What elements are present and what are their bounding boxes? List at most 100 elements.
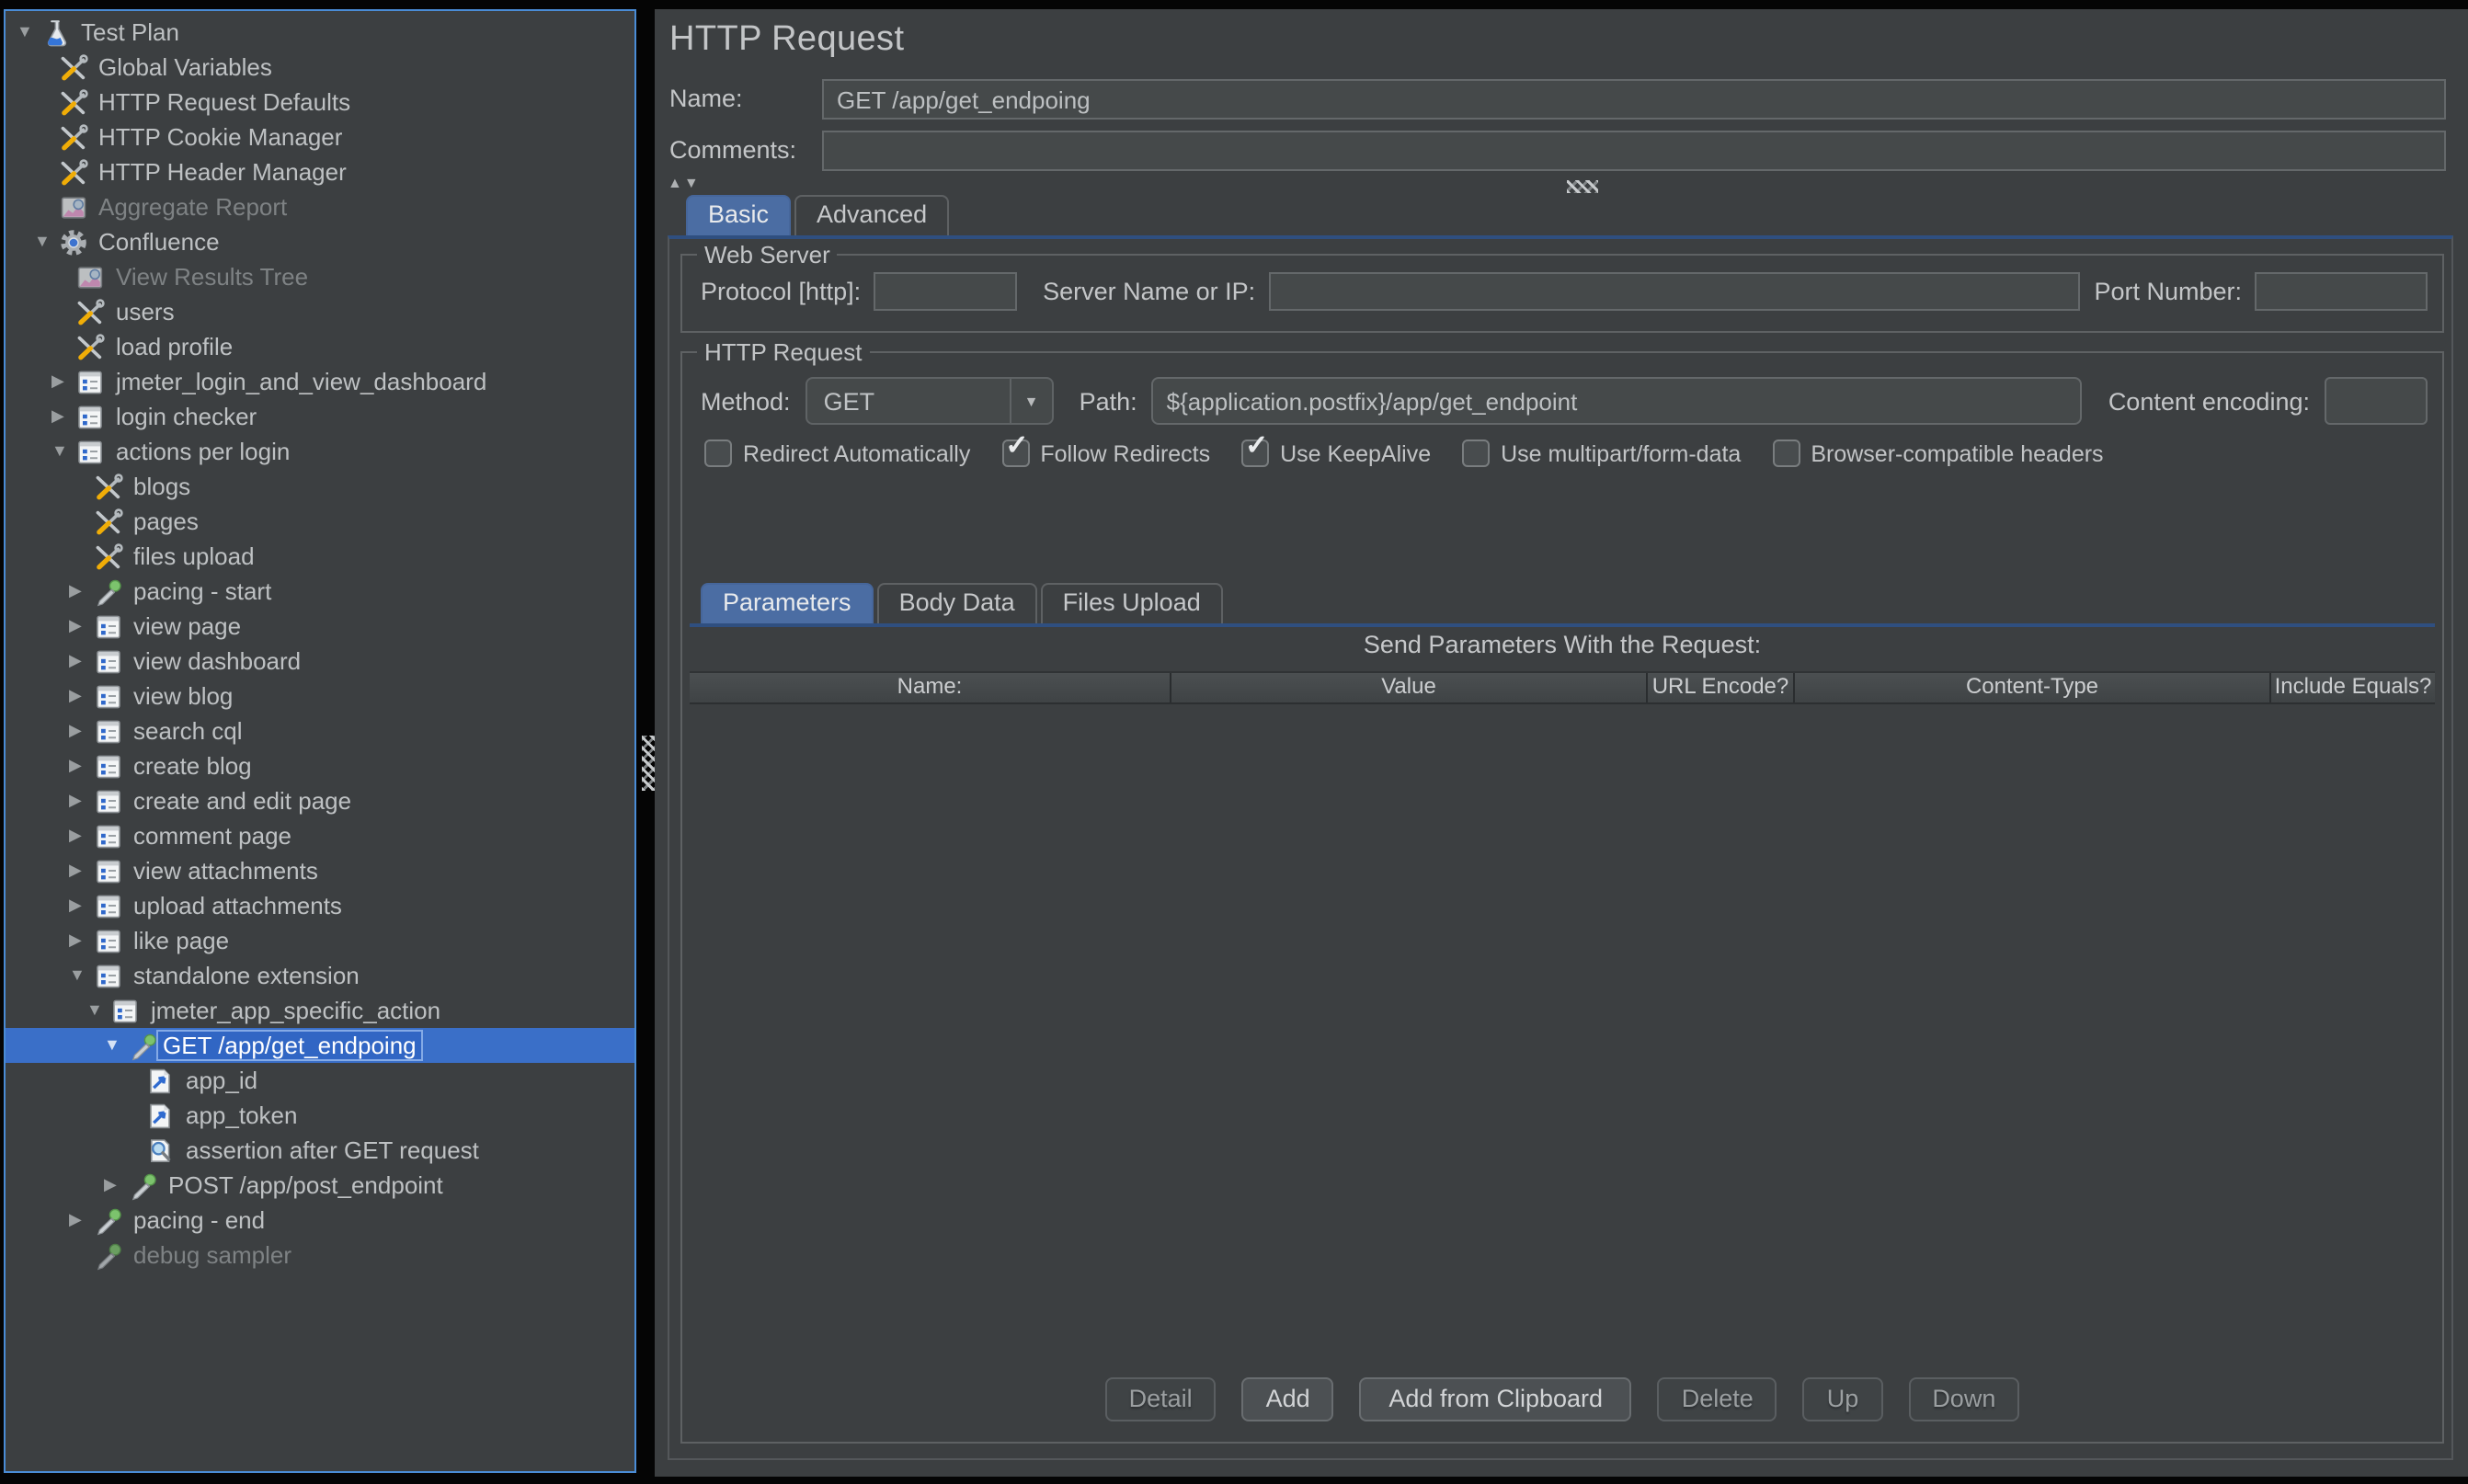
collapse-up-icon[interactable]: ▲: [668, 175, 684, 191]
tree-item[interactable]: ▶ upload attachments: [6, 888, 634, 923]
triangle-right-icon[interactable]: ▶: [69, 574, 93, 609]
tree-item[interactable]: debug sampler: [6, 1238, 634, 1273]
tab-parameters[interactable]: Parameters: [701, 583, 874, 623]
tree-item[interactable]: ▶ view attachments: [6, 853, 634, 888]
tree-item[interactable]: ▶ comment page: [6, 818, 634, 853]
tree-item[interactable]: app_token: [6, 1098, 634, 1133]
collapse-arrows[interactable]: ▲▼: [668, 175, 701, 191]
tree-item[interactable]: Aggregate Report: [6, 189, 634, 224]
tab-advanced[interactable]: Advanced: [794, 195, 950, 235]
tree-item[interactable]: app_id: [6, 1063, 634, 1098]
checkbox-icon[interactable]: [704, 439, 732, 467]
triangle-right-icon[interactable]: ▶: [69, 818, 93, 853]
triangle-right-icon[interactable]: ▶: [69, 783, 93, 818]
add-button[interactable]: Add: [1241, 1377, 1334, 1421]
tree-item[interactable]: ▶ view dashboard: [6, 644, 634, 679]
tab-basic[interactable]: Basic: [686, 195, 792, 235]
name-input[interactable]: [822, 79, 2446, 120]
payload-tabs: Parameters Body Data Files Upload: [701, 583, 1227, 623]
triangle-right-icon[interactable]: ▶: [69, 644, 93, 679]
tree-item[interactable]: ▶ view page: [6, 609, 634, 644]
tree-item[interactable]: ▼ Confluence: [6, 224, 634, 259]
redirect-automatically-checkbox[interactable]: Redirect Automatically: [704, 439, 970, 467]
jmeter-window: ▼ Test Plan Global Variables HTTP Request D…: [0, 0, 2468, 1484]
tree-item[interactable]: assertion after GET request: [6, 1133, 634, 1168]
triangle-right-icon[interactable]: ▶: [69, 713, 93, 748]
tree-item[interactable]: ▶ create and edit page: [6, 783, 634, 818]
checkbox-label: Redirect Automatically: [743, 440, 971, 466]
editor-splitter-grip[interactable]: [1567, 180, 1598, 193]
use-multipart-form-data-checkbox[interactable]: Use multipart/form-data: [1462, 439, 1741, 467]
port-number-input[interactable]: [2255, 272, 2428, 311]
tree-item[interactable]: ▶ like page: [6, 923, 634, 958]
panel-splitter-grip[interactable]: [642, 736, 655, 791]
tree-item[interactable]: users: [6, 294, 634, 329]
server-name-input[interactable]: [1268, 272, 2080, 311]
column-header-name[interactable]: Name:: [690, 673, 1170, 702]
tree-item[interactable]: ▶ jmeter_login_and_view_dashboard: [6, 364, 634, 399]
tree-item[interactable]: ▶ create blog: [6, 748, 634, 783]
tree-item[interactable]: ▶ POST /app/post_endpoint: [6, 1168, 634, 1203]
add-from-clipboard-button[interactable]: Add from Clipboard: [1359, 1377, 1632, 1421]
column-header-url-encode[interactable]: URL Encode?: [1646, 673, 1793, 702]
down-button[interactable]: Down: [1908, 1377, 2020, 1421]
triangle-down-icon[interactable]: ▼: [34, 224, 58, 259]
tree-item[interactable]: HTTP Cookie Manager: [6, 120, 634, 154]
tree-item[interactable]: HTTP Request Defaults: [6, 85, 634, 120]
tree-item[interactable]: ▼ actions per login: [6, 434, 634, 469]
tab-body-data[interactable]: Body Data: [876, 583, 1037, 623]
tree-item[interactable]: ▼ GET /app/get_endpoing: [6, 1028, 634, 1063]
triangle-down-icon[interactable]: ▼: [51, 434, 75, 469]
tree-item[interactable]: ▶ pacing - start: [6, 574, 634, 609]
comments-input[interactable]: [822, 131, 2446, 171]
checkbox-icon[interactable]: [1772, 439, 1800, 467]
triangle-down-icon[interactable]: ▼: [69, 958, 93, 993]
triangle-down-icon[interactable]: ▼: [17, 15, 40, 50]
tree-item[interactable]: ▶ view blog: [6, 679, 634, 713]
detail-button[interactable]: Detail: [1104, 1377, 1217, 1421]
collapse-down-icon[interactable]: ▼: [684, 175, 701, 191]
tree-item[interactable]: ▼ Test Plan: [6, 15, 634, 50]
triangle-right-icon[interactable]: ▶: [69, 679, 93, 713]
up-button[interactable]: Up: [1802, 1377, 1883, 1421]
triangle-right-icon[interactable]: ▶: [51, 399, 75, 434]
tree-item[interactable]: pages: [6, 504, 634, 539]
follow-redirects-checkbox[interactable]: ✓ Follow Redirects: [1001, 430, 1210, 467]
tree-item[interactable]: ▶ pacing - end: [6, 1203, 634, 1238]
browser-compatible-headers-checkbox[interactable]: Browser-compatible headers: [1772, 439, 2104, 467]
tree-item[interactable]: ▶ search cql: [6, 713, 634, 748]
triangle-right-icon[interactable]: ▶: [104, 1168, 128, 1203]
triangle-right-icon[interactable]: ▶: [69, 748, 93, 783]
checkbox-icon[interactable]: [1462, 439, 1491, 467]
column-header-value[interactable]: Value: [1170, 673, 1646, 702]
path-input[interactable]: [1151, 377, 2083, 425]
triangle-down-icon[interactable]: ▼: [86, 993, 110, 1028]
tree-item[interactable]: HTTP Header Manager: [6, 154, 634, 189]
column-header-include-equals[interactable]: Include Equals?: [2269, 673, 2435, 702]
triangle-right-icon[interactable]: ▶: [51, 364, 75, 399]
tree-item[interactable]: View Results Tree: [6, 259, 634, 294]
delete-button[interactable]: Delete: [1657, 1377, 1777, 1421]
tree-item[interactable]: ▼ jmeter_app_specific_action: [6, 993, 634, 1028]
triangle-right-icon[interactable]: ▶: [69, 888, 93, 923]
tree-item[interactable]: blogs: [6, 469, 634, 504]
checkbox-icon[interactable]: ✓: [1241, 430, 1270, 467]
content-encoding-input[interactable]: [2325, 377, 2428, 425]
tree-item[interactable]: files upload: [6, 539, 634, 574]
tree-item[interactable]: ▶ login checker: [6, 399, 634, 434]
tree-item[interactable]: load profile: [6, 329, 634, 364]
triangle-right-icon[interactable]: ▶: [69, 1203, 93, 1238]
triangle-right-icon[interactable]: ▶: [69, 923, 93, 958]
triangle-right-icon[interactable]: ▶: [69, 853, 93, 888]
triangle-right-icon[interactable]: ▶: [69, 609, 93, 644]
use-keepalive-checkbox[interactable]: ✓ Use KeepAlive: [1241, 430, 1431, 467]
checkbox-icon[interactable]: ✓: [1001, 430, 1030, 467]
method-dropdown[interactable]: GET ▼: [805, 377, 1054, 425]
tree-item[interactable]: ▼ standalone extension: [6, 958, 634, 993]
triangle-down-icon[interactable]: ▼: [104, 1028, 128, 1063]
tab-files-upload[interactable]: Files Upload: [1040, 583, 1223, 623]
column-header-content-type[interactable]: Content-Type: [1793, 673, 2269, 702]
protocol-input[interactable]: [874, 272, 1018, 311]
chevron-down-icon[interactable]: ▼: [1009, 379, 1052, 423]
tree-item[interactable]: Global Variables: [6, 50, 634, 85]
